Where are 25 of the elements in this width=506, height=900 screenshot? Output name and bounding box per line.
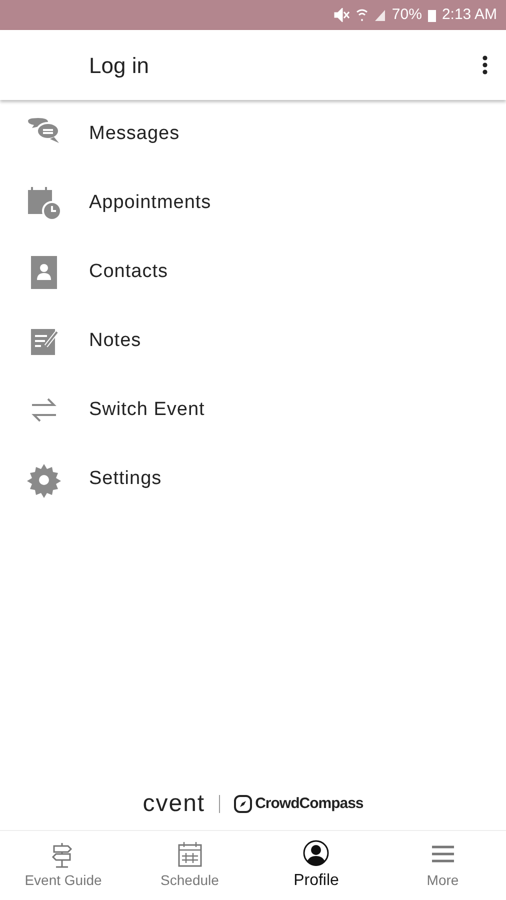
tab[interactable]: Schedule <box>126 831 253 900</box>
menu-item[interactable]: Contacts <box>0 238 506 307</box>
calendar-clock-icon <box>26 186 62 222</box>
page-title: Log in <box>89 52 149 80</box>
partner-logo: CrowdCompass <box>255 794 364 814</box>
calendar-icon <box>176 840 204 868</box>
clock: 2:13 AM <box>442 4 497 25</box>
wifi-icon <box>356 8 368 22</box>
profile-icon <box>302 838 330 866</box>
compass-icon <box>234 795 252 813</box>
signal-icon <box>374 8 386 22</box>
mute-icon <box>334 8 350 22</box>
menu-item[interactable]: Notes <box>0 307 506 376</box>
tab[interactable]: Profile <box>253 831 380 900</box>
tab[interactable]: More <box>380 831 506 900</box>
menu-item[interactable]: Messages <box>0 100 506 169</box>
menu-item[interactable]: Settings <box>0 445 506 514</box>
menu-item[interactable]: Appointments <box>0 169 506 238</box>
battery-icon <box>428 8 436 22</box>
more-options-icon[interactable] <box>482 55 488 75</box>
menu-item[interactable]: Switch Event <box>0 376 506 445</box>
brand-logo: cvent <box>142 792 206 816</box>
gear-icon <box>26 462 62 498</box>
tab[interactable]: Event Guide <box>0 831 126 900</box>
battery-percent: 70% <box>392 4 422 25</box>
